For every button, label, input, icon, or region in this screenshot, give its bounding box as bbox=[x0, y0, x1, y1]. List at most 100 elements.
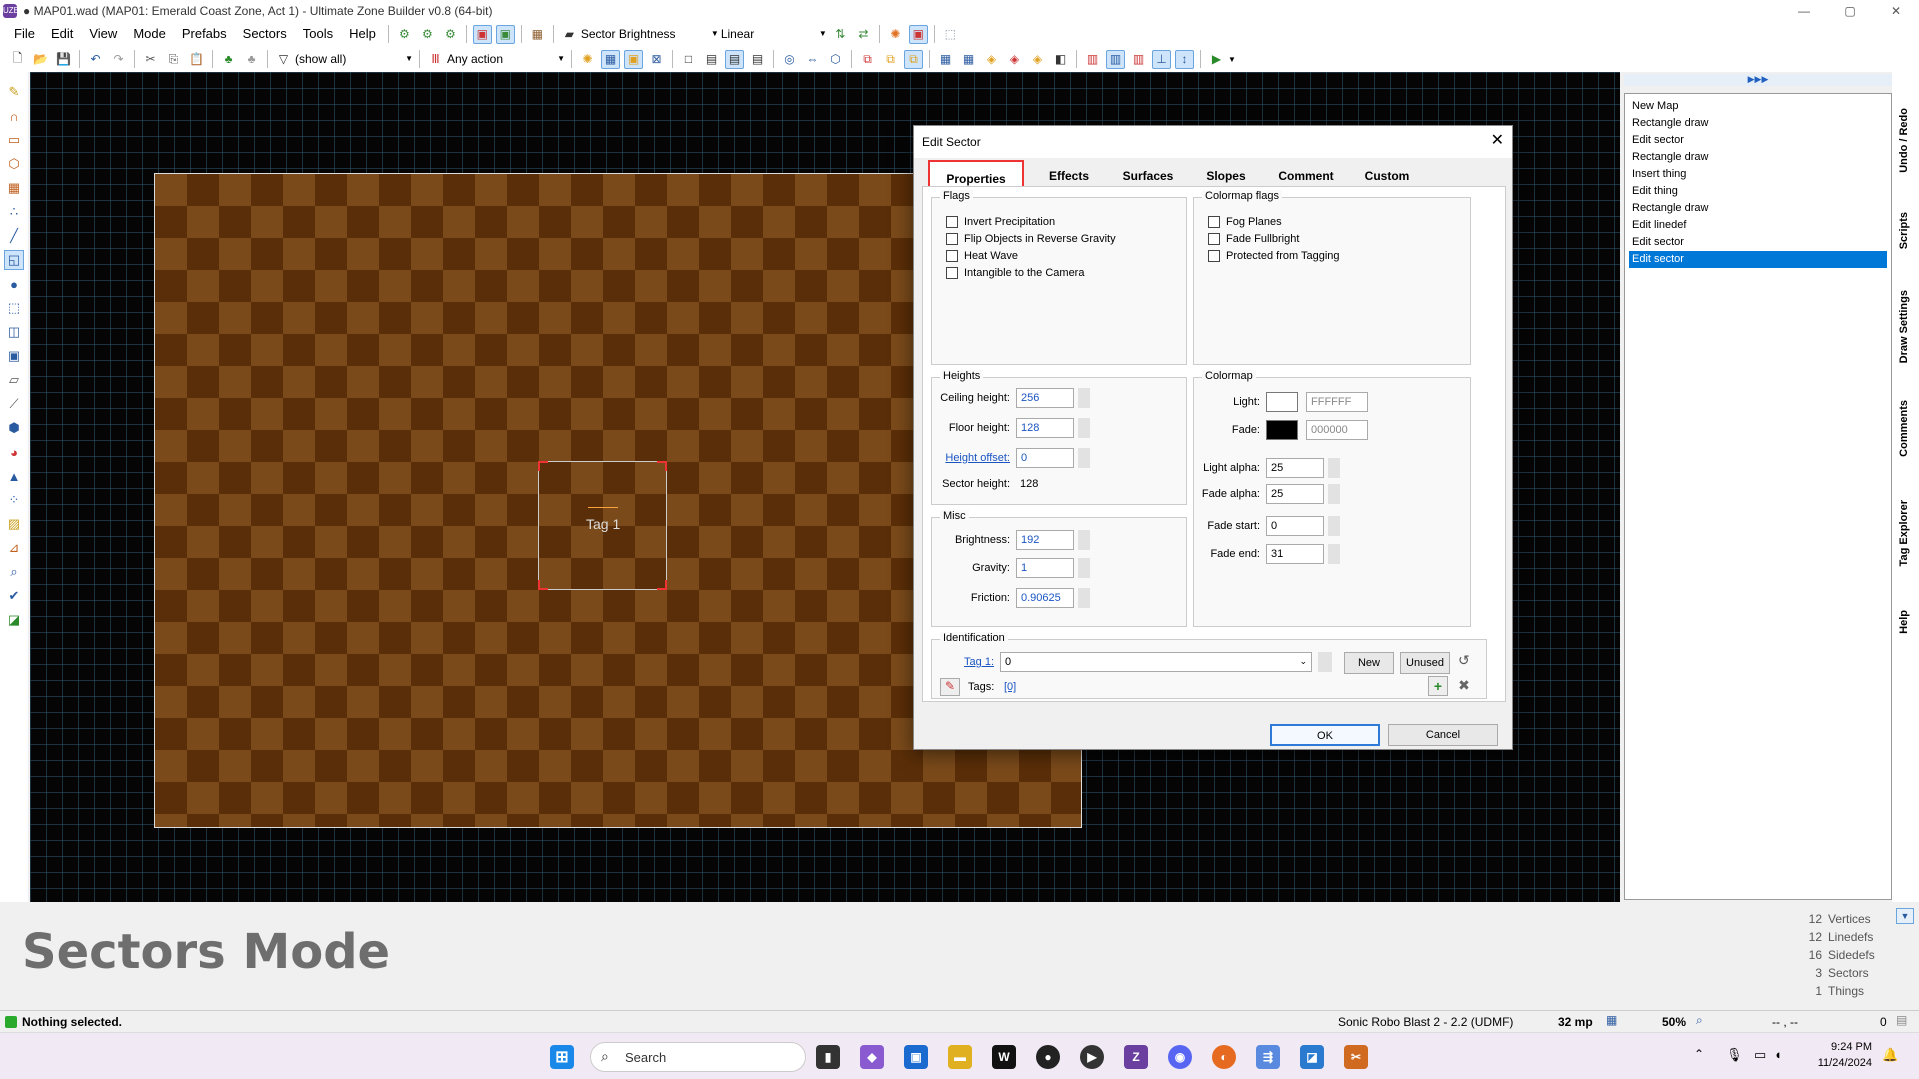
colormap-flag-checkbox[interactable]: Protected from Tagging bbox=[1208, 250, 1340, 262]
grid-icon[interactable]: ▦ bbox=[1606, 1013, 1617, 1027]
game-config-icon[interactable]: ⚙ bbox=[441, 25, 460, 44]
discord-icon[interactable]: ◉ bbox=[1168, 1045, 1192, 1069]
undo-list-item[interactable]: Edit linedef bbox=[1629, 217, 1887, 234]
sector-select-icon[interactable]: ▤ bbox=[748, 50, 767, 69]
maximize-button[interactable]: ▢ bbox=[1827, 0, 1873, 22]
undo-list-item[interactable]: Insert thing bbox=[1629, 166, 1887, 183]
tab-custom[interactable]: Custom bbox=[1354, 166, 1420, 186]
snipping-icon[interactable]: ✂ bbox=[1344, 1045, 1368, 1069]
3d-mode-icon[interactable]: ⬢ bbox=[4, 418, 24, 438]
fade-start-spinner[interactable] bbox=[1328, 516, 1340, 536]
sector-info-icon[interactable]: ▤ bbox=[725, 49, 744, 69]
cut-icon[interactable]: ✂ bbox=[141, 50, 160, 69]
tab-tag-explorer[interactable]: Tag Explorer bbox=[1898, 500, 1910, 566]
unused-tag-button[interactable]: Unused bbox=[1400, 652, 1450, 674]
undo-icon[interactable]: ↶ bbox=[86, 50, 105, 69]
firefox-icon[interactable]: ◐ bbox=[1212, 1045, 1236, 1069]
error-check-icon[interactable]: ◪ bbox=[4, 610, 24, 630]
checkbox-box[interactable] bbox=[946, 216, 958, 228]
height-offset-spinner[interactable] bbox=[1078, 448, 1090, 468]
mirror-icon[interactable]: ⇄ bbox=[854, 25, 873, 44]
new-map-icon[interactable]: 🗋 bbox=[8, 50, 27, 69]
taskbar-search[interactable]: ⌕ Search bbox=[590, 1042, 806, 1072]
save-map-icon[interactable]: 💾 bbox=[54, 50, 73, 69]
tag-select[interactable]: 0 ⌄ bbox=[1000, 652, 1312, 672]
undo-list-item[interactable]: Rectangle draw bbox=[1629, 115, 1887, 132]
gravity-input[interactable]: 1 bbox=[1016, 558, 1074, 578]
color-picker-icon[interactable]: ◕ bbox=[4, 442, 24, 462]
vertices-mode-icon[interactable]: ∴ bbox=[4, 202, 24, 222]
texture-icon[interactable]: ▦ bbox=[528, 25, 547, 44]
view-mode-select[interactable]: Sector Brightness ▼ bbox=[581, 24, 721, 44]
store-icon[interactable]: ▣ bbox=[904, 1045, 928, 1069]
height-offset-input[interactable]: 0 bbox=[1016, 448, 1074, 468]
floor-height-input[interactable]: 128 bbox=[1016, 418, 1074, 438]
copy-icon[interactable]: ⎘ bbox=[164, 50, 183, 69]
tag-icon[interactable]: ⬚ bbox=[941, 25, 960, 44]
undo-list-item[interactable]: Edit sector bbox=[1629, 234, 1887, 251]
tag-picker-icon[interactable]: ✎ bbox=[940, 678, 960, 696]
checkbox-box[interactable] bbox=[1208, 250, 1220, 262]
brightness-spinner[interactable] bbox=[1078, 530, 1090, 550]
cancel-button[interactable]: Cancel bbox=[1388, 724, 1498, 746]
paint-icon[interactable]: ◪ bbox=[1300, 1045, 1324, 1069]
tab-slopes[interactable]: Slopes bbox=[1194, 166, 1258, 186]
circle-icon[interactable]: ◎ bbox=[780, 50, 799, 69]
square-icon[interactable]: □ bbox=[679, 50, 698, 69]
start-icon[interactable]: ⊞ bbox=[550, 1045, 574, 1069]
fade-color-input[interactable]: 000000 bbox=[1306, 420, 1368, 440]
friction-input[interactable]: 0.90625 bbox=[1016, 588, 1074, 608]
copilot-icon[interactable]: ◆ bbox=[860, 1045, 884, 1069]
tab-effects[interactable]: Effects bbox=[1036, 166, 1102, 186]
thing-filter-select[interactable]: (show all) ▼ bbox=[295, 49, 415, 69]
new-tag-button[interactable]: New bbox=[1344, 652, 1394, 674]
tags-link[interactable]: [0] bbox=[1004, 681, 1016, 693]
zoom-icon[interactable]: ⌕ bbox=[1696, 1013, 1703, 1028]
menu-help[interactable]: Help bbox=[341, 22, 384, 46]
clock-date[interactable]: 11/24/2024 bbox=[1802, 1057, 1872, 1069]
colormap-flag-checkbox[interactable]: Fog Planes bbox=[1208, 216, 1340, 228]
image-icon[interactable]: ▣ bbox=[624, 49, 643, 69]
open-map-icon[interactable]: 📂 bbox=[31, 50, 50, 69]
brightness-gradient-icon[interactable]: ✺ bbox=[578, 50, 597, 69]
grid-draw-icon[interactable]: ▦ bbox=[4, 178, 24, 198]
interpolation-select[interactable]: Linear ▼ bbox=[721, 24, 829, 44]
terrain-icon[interactable]: ▲ bbox=[4, 466, 24, 486]
tab-undo-redo[interactable]: Undo / Redo bbox=[1898, 108, 1910, 173]
volume-icon[interactable]: ◖ bbox=[1774, 1047, 1782, 1062]
checkbox-box[interactable] bbox=[1208, 233, 1220, 245]
undo-list[interactable]: New Map Rectangle draw Edit sector Rectangl… bbox=[1624, 93, 1892, 900]
floor-height-spinner[interactable] bbox=[1078, 418, 1090, 438]
undo-list-item[interactable]: Rectangle draw bbox=[1629, 149, 1887, 166]
sector-effect-icon[interactable]: ▣ bbox=[908, 24, 928, 44]
model-icon[interactable]: ▥ bbox=[1083, 50, 1102, 69]
flag-checkbox[interactable]: Heat Wave bbox=[946, 250, 1116, 262]
undo-list-item[interactable]: Edit sector bbox=[1629, 251, 1887, 268]
friction-spinner[interactable] bbox=[1078, 588, 1090, 608]
undo-list-item[interactable]: Edit sector bbox=[1629, 132, 1887, 149]
texture-align-icon[interactable]: ◈ bbox=[982, 50, 1001, 69]
menu-file[interactable]: File bbox=[6, 22, 43, 46]
visual-mode-icon[interactable]: ◫ bbox=[4, 322, 24, 342]
fade-end-input[interactable]: 31 bbox=[1266, 544, 1324, 564]
checkbox-box[interactable] bbox=[946, 267, 958, 279]
scatter-icon[interactable]: ⁘ bbox=[4, 490, 24, 510]
zoom-label[interactable]: 50% bbox=[1662, 1015, 1686, 1029]
grid-icon[interactable]: ▦ bbox=[601, 49, 620, 69]
ellipse-draw-icon[interactable]: ⬡ bbox=[4, 154, 24, 174]
checkbox-box[interactable] bbox=[946, 250, 958, 262]
model-view-icon[interactable]: ▥ bbox=[1106, 49, 1125, 69]
merge-icon[interactable]: ⧉ bbox=[858, 50, 877, 69]
collapse-info-icon[interactable]: ▼ bbox=[1896, 908, 1914, 924]
vertical-range-icon[interactable]: ↕ bbox=[1175, 49, 1194, 69]
fit-icon[interactable]: ⊠ bbox=[647, 50, 666, 69]
chevron-down-icon[interactable]: ▼ bbox=[1228, 55, 1236, 64]
check-icon[interactable]: ✔ bbox=[4, 586, 24, 606]
measure-icon[interactable]: ⟋ bbox=[4, 394, 24, 414]
cube-icon[interactable]: ⬡ bbox=[826, 50, 845, 69]
search-icon[interactable]: ⌕ bbox=[4, 562, 24, 582]
undo-list-item[interactable]: Edit thing bbox=[1629, 183, 1887, 200]
test-map-icon[interactable]: ▶ bbox=[1207, 50, 1226, 69]
texture-scale-icon[interactable]: ◈ bbox=[1028, 50, 1047, 69]
overlay-icon[interactable]: ⧉ bbox=[904, 49, 923, 69]
